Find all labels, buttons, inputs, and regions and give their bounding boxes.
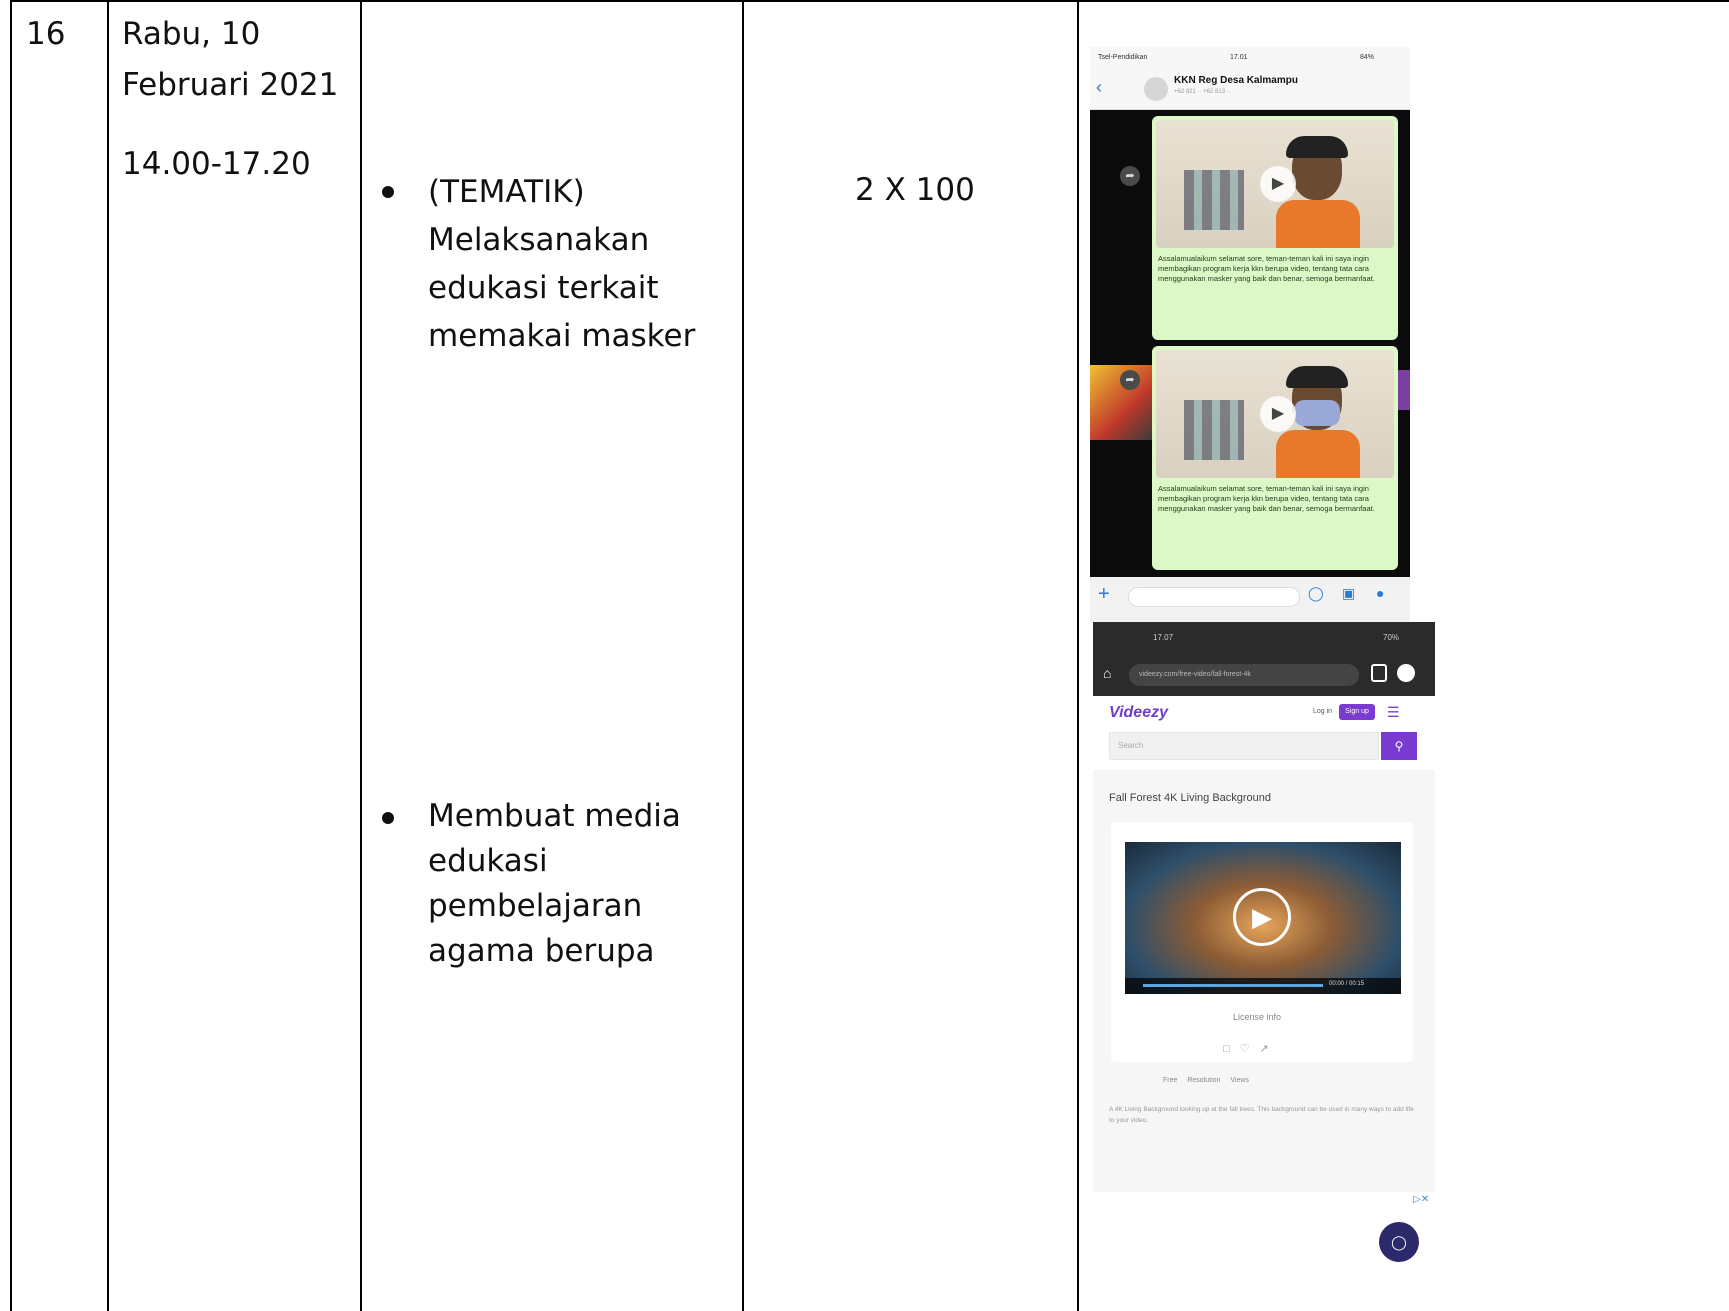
video-description: A 4K Living Background looking up at the… <box>1109 1106 1414 1124</box>
browser-toolbar: ⌂ videezy.com/free-video/fall-forest-4k <box>1093 654 1435 696</box>
ad-close-icon[interactable]: ▷✕ <box>1413 1194 1429 1205</box>
menu-icon[interactable] <box>1397 664 1415 682</box>
video-player[interactable]: ▶ 00:00 / 00:15 <box>1125 842 1401 994</box>
video-title: Fall Forest 4K Living Background <box>1109 792 1272 804</box>
forward-icon[interactable]: ➦ <box>1120 370 1140 390</box>
play-icon[interactable]: ▶ <box>1260 166 1296 202</box>
column-divider <box>742 0 744 1311</box>
video-thumbnail[interactable]: ▶ <box>1156 350 1394 478</box>
battery-label: 70% <box>1383 633 1400 642</box>
chat-header: ‹ KKN Reg Desa Kalmampu +62 821 ·· +62 8… <box>1090 69 1410 110</box>
battery-label: 84% <box>1360 54 1375 61</box>
bullet <box>382 812 394 824</box>
license-info[interactable]: License info <box>1233 1012 1281 1022</box>
chat-area: ➦ ▶ Assalamualaikum selamat sore, teman-… <box>1090 110 1410 577</box>
background-wall <box>1184 170 1244 230</box>
shirt <box>1276 200 1360 248</box>
column-divider <box>360 0 362 1311</box>
plus-icon[interactable]: + <box>1098 583 1110 606</box>
column-divider <box>107 0 109 1311</box>
back-icon[interactable]: ‹ <box>1096 77 1102 98</box>
time-label: 00:00 / 00:15 <box>1329 981 1365 987</box>
video-thumbnail[interactable]: ▶ <box>1156 120 1394 248</box>
signup-button[interactable]: Sign up <box>1339 704 1375 720</box>
message-bubble[interactable]: ▶ Assalamualaikum selamat sore, teman-te… <box>1152 116 1398 340</box>
avatar[interactable] <box>1144 77 1168 101</box>
carrier-label: Tsel-Pendidikan <box>1098 54 1148 61</box>
site-header: Videezy Log in Sign up ☰ <box>1093 696 1435 730</box>
videezy-screenshot: 17.07 70% ⌂ videezy.com/free-video/fall-… <box>1093 622 1435 1311</box>
activity-item: (TEMATIK) Melaksanakan edukasi terkait m… <box>428 174 696 354</box>
status-bar: Tsel-Pendidikan 17.01 84% <box>1090 47 1410 69</box>
login-link[interactable]: Log in <box>1313 708 1332 715</box>
search-button[interactable]: ⚲ <box>1381 732 1417 760</box>
column-divider <box>1077 0 1079 1311</box>
video-meta: Free Resolution Views <box>1163 1077 1249 1084</box>
duration: 2 X 100 <box>855 172 975 208</box>
date-line-1: Rabu, 10 <box>122 16 261 52</box>
camera-icon[interactable]: ▣ <box>1342 585 1355 602</box>
shirt <box>1276 430 1360 478</box>
play-icon[interactable]: ▶ <box>1260 396 1296 432</box>
time-range: 14.00-17.20 <box>122 146 311 182</box>
table-border-left <box>10 0 12 1311</box>
group-name: KKN Reg Desa Kalmampu <box>1174 75 1298 86</box>
floating-action-icon[interactable]: ◯ <box>1379 1222 1419 1262</box>
message-caption: Assalamualaikum selamat sore, teman-tema… <box>1158 484 1375 513</box>
message-input[interactable] <box>1128 587 1300 607</box>
group-members: +62 821 ·· +62 813 ·· <box>1174 89 1231 95</box>
play-icon[interactable]: ▶ <box>1233 888 1291 946</box>
background-wall <box>1184 400 1244 460</box>
microphone-icon[interactable]: ● <box>1376 585 1384 601</box>
forward-icon[interactable]: ➦ <box>1120 166 1140 186</box>
videezy-logo[interactable]: Videezy <box>1109 704 1168 722</box>
row-number: 16 <box>26 16 66 52</box>
home-icon[interactable]: ⌂ <box>1103 665 1111 681</box>
cap <box>1286 366 1348 388</box>
progress-bar[interactable] <box>1143 984 1323 987</box>
search-input[interactable]: Search <box>1109 732 1379 760</box>
cap <box>1286 136 1348 158</box>
sticker-icon[interactable]: ◯ <box>1308 585 1324 602</box>
hamburger-icon[interactable]: ☰ <box>1387 704 1400 721</box>
clock-label: 17.07 <box>1153 633 1174 642</box>
player-controls[interactable]: 00:00 / 00:15 <box>1125 978 1401 994</box>
message-caption: Assalamualaikum selamat sore, teman-tema… <box>1158 254 1375 283</box>
share-icons[interactable]: □♡↗ <box>1223 1042 1279 1055</box>
bullet <box>382 186 394 198</box>
clock-label: 17.01 <box>1230 54 1248 61</box>
date-line-2: Februari 2021 <box>122 67 339 103</box>
whatsapp-screenshot: Tsel-Pendidikan 17.01 84% ‹ KKN Reg Desa… <box>1090 47 1410 622</box>
status-bar: 17.07 70% <box>1093 622 1435 654</box>
table-border-top <box>10 0 1729 2</box>
tabs-icon[interactable] <box>1371 664 1387 682</box>
address-bar[interactable]: videezy.com/free-video/fall-forest-4k <box>1129 664 1359 686</box>
activity-item: Membuat media edukasi pembelajaran agama… <box>428 798 681 969</box>
message-input-bar: + ◯ ▣ ● <box>1090 577 1410 622</box>
message-bubble[interactable]: ▶ Assalamualaikum selamat sore, teman-te… <box>1152 346 1398 570</box>
face-mask <box>1294 400 1340 426</box>
